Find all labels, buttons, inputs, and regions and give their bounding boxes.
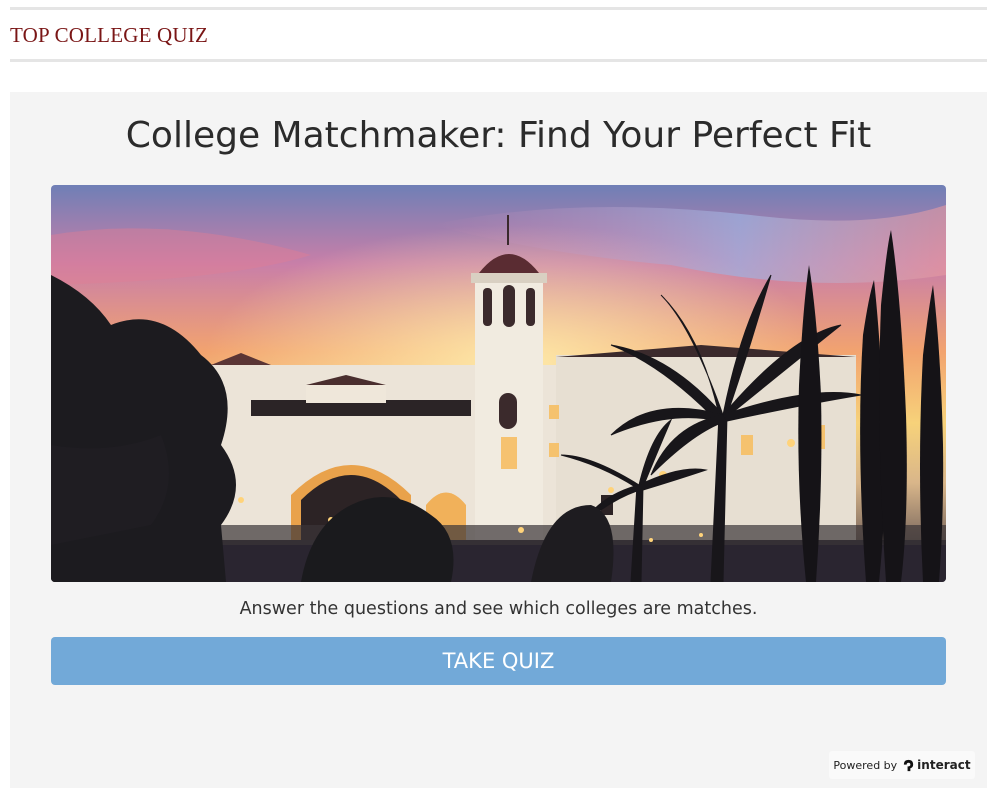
quiz-description: Answer the questions and see which colle… — [239, 599, 758, 619]
interact-brand-name: interact — [917, 758, 971, 772]
header-top-divider — [10, 7, 987, 10]
powered-by-label: Powered by — [833, 758, 898, 772]
powered-by-badge[interactable]: Powered by interact — [829, 751, 975, 779]
quiz-title: College Matchmaker: Find Your Perfect Fi… — [125, 115, 872, 156]
quiz-card: College Matchmaker: Find Your Perfect Fi… — [10, 92, 987, 788]
take-quiz-button[interactable]: TAKE QUIZ — [51, 637, 946, 685]
hero-image — [51, 185, 946, 582]
header-bottom-divider — [10, 59, 987, 62]
interact-logo-icon — [904, 759, 914, 771]
site-title[interactable]: TOP COLLEGE QUIZ — [10, 22, 208, 48]
